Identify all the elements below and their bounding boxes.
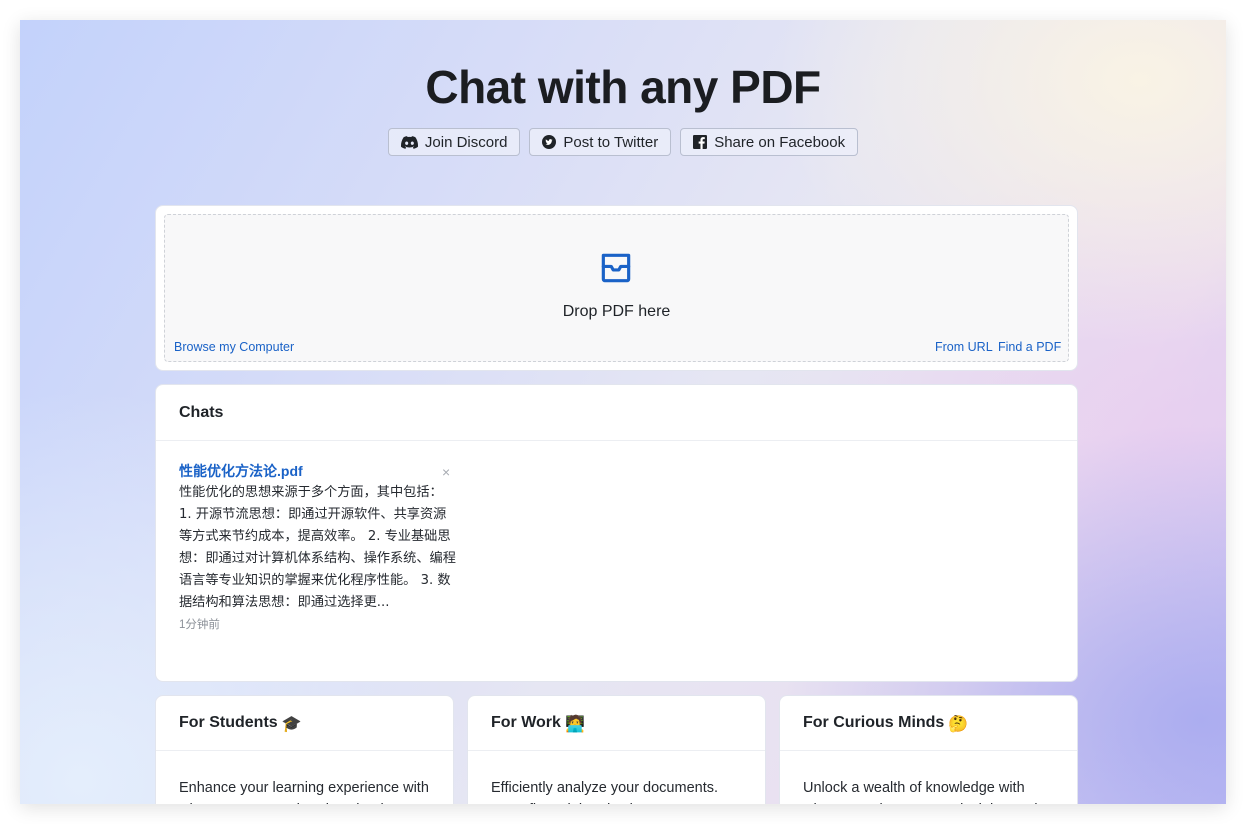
pdf-dropzone[interactable]: Drop PDF here Browse my Computer From UR… (164, 214, 1069, 362)
feature-description: Efficiently analyze your documents. From… (491, 780, 719, 804)
feature-title: For Students 🎓 (156, 696, 453, 751)
app-window: Chat with any PDF Join Discord Post to T… (20, 20, 1226, 804)
share-on-facebook-label: Share on Facebook (714, 133, 846, 151)
feature-description: Enhance your learning experience with Ch… (179, 780, 429, 804)
facebook-icon (693, 135, 708, 149)
drop-pdf-text: Drop PDF here (562, 303, 671, 320)
close-icon[interactable]: × (442, 464, 450, 480)
feature-description: Unlock a wealth of knowledge with ChatPD… (803, 780, 1038, 804)
chat-title-link[interactable]: 性能优化方法论.pdf (179, 461, 459, 481)
upload-card: Drop PDF here Browse my Computer From UR… (155, 205, 1078, 371)
page-title: Chat with any PDF (425, 61, 821, 113)
post-to-twitter-label: Post to Twitter (563, 133, 659, 151)
feature-card-students: For Students 🎓 Enhance your learning exp… (155, 695, 454, 804)
join-discord-button[interactable]: Join Discord (387, 128, 521, 156)
thinking-face-icon: 🤔 (948, 713, 969, 733)
twitter-icon (542, 135, 557, 149)
chat-timestamp: 1分钟前 (179, 619, 220, 631)
share-on-facebook-button[interactable]: Share on Facebook (680, 128, 859, 156)
graduation-cap-icon: 🎓 (281, 713, 302, 733)
feature-title-text: For Work (491, 714, 561, 731)
technologist-icon: 🧑‍💻 (564, 713, 585, 733)
feature-card-work: For Work 🧑‍💻 Efficiently analyze your do… (467, 695, 766, 804)
post-to-twitter-button[interactable]: Post to Twitter (529, 128, 672, 156)
feature-title: For Curious Minds 🤔 (780, 696, 1077, 751)
chat-list-item[interactable]: 性能优化方法论.pdf × 性能优化的思想来源于多个方面，其中包括： 1. 开源… (179, 461, 459, 632)
feature-title-text: For Students (179, 714, 278, 731)
chats-heading: Chats (156, 385, 1077, 441)
feature-card-curious-minds: For Curious Minds 🤔 Unlock a wealth of k… (779, 695, 1078, 804)
chat-snippet: 性能优化的思想来源于多个方面，其中包括： 1. 开源节流思想：即通过开源软件、共… (179, 485, 456, 610)
feature-title: For Work 🧑‍💻 (468, 696, 765, 751)
social-buttons: Join Discord Post to Twitter Share on Fa… (20, 128, 1226, 156)
from-url-link[interactable]: From URL (935, 340, 993, 354)
feature-title-text: For Curious Minds (803, 714, 945, 731)
discord-icon (400, 135, 418, 149)
find-pdf-link[interactable]: Find a PDF (998, 340, 1061, 354)
inbox-icon (601, 253, 631, 283)
browse-computer-link[interactable]: Browse my Computer (174, 340, 294, 354)
join-discord-label: Join Discord (424, 133, 508, 151)
chats-card: Chats 性能优化方法论.pdf × 性能优化的思想来源于多个方面，其中包括：… (155, 384, 1078, 682)
